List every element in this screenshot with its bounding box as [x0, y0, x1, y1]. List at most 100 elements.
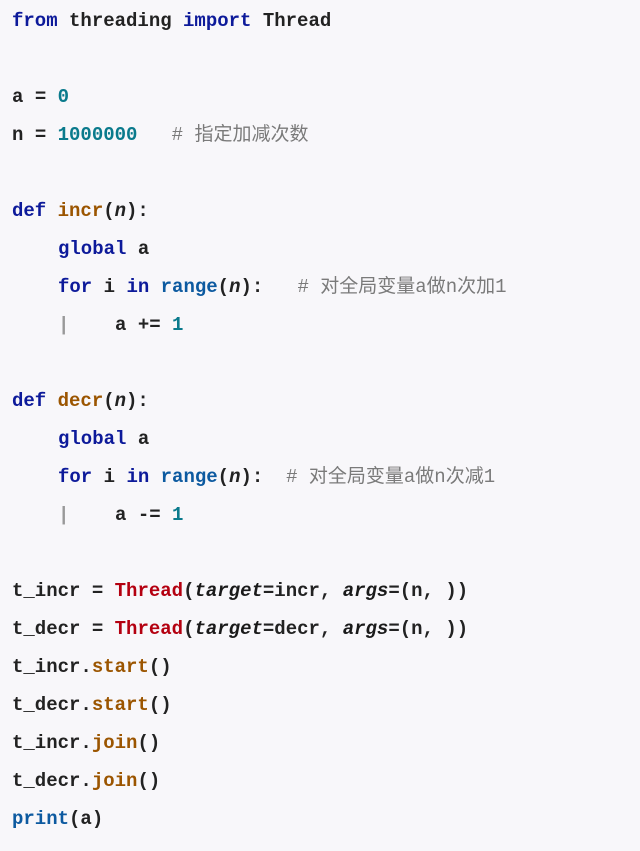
code-line-16: t_incr = Thread(target=incr, args=(n, ))	[12, 572, 640, 610]
keyword-global: global	[58, 430, 126, 449]
parameter: n	[229, 278, 240, 297]
text: =(n, ))	[388, 582, 468, 601]
method-join: join	[92, 772, 138, 791]
code-line-6: def incr(n):	[12, 192, 640, 230]
number-literal: 1000000	[46, 126, 137, 145]
blank-line	[12, 534, 640, 572]
paren: (	[69, 810, 80, 829]
space	[149, 468, 160, 487]
keyword-global: global	[58, 240, 126, 259]
text: =decr,	[263, 620, 343, 639]
code-line-22: print(a)	[12, 800, 640, 838]
variable: t_decr	[12, 620, 92, 639]
operator: +=	[138, 316, 161, 335]
class-thread: Thread	[115, 620, 183, 639]
keyword-in: in	[126, 468, 149, 487]
variable: a	[126, 430, 149, 449]
number-literal: 0	[46, 88, 69, 107]
variable: a	[115, 506, 138, 525]
code-block: from threading import Thread a = 0 n = 1…	[12, 2, 640, 838]
parameter: n	[115, 202, 126, 221]
variable: n	[12, 126, 35, 145]
paren: ):	[126, 202, 149, 221]
method-start: start	[92, 696, 149, 715]
number-literal: 1	[161, 506, 184, 525]
operator: -=	[138, 506, 161, 525]
parameter: n	[115, 392, 126, 411]
code-line-14: | a -= 1	[12, 496, 640, 534]
code-line-4: n = 1000000 # 指定加减次数	[12, 116, 640, 154]
guide-bar: |	[58, 316, 115, 335]
guide-bar: |	[58, 506, 115, 525]
method-join: join	[92, 734, 138, 753]
class-thread: Thread	[115, 582, 183, 601]
paren: (	[103, 392, 114, 411]
object: t_incr.	[12, 734, 92, 753]
space	[149, 278, 160, 297]
paren: ):	[126, 392, 149, 411]
paren: ):	[240, 278, 263, 297]
code-line-1: from threading import Thread	[12, 2, 640, 40]
kwarg-target: target	[194, 582, 262, 601]
variable: a	[126, 240, 149, 259]
paren: (	[183, 620, 194, 639]
paren: ):	[240, 468, 263, 487]
variable: a	[12, 88, 35, 107]
text: =(n, ))	[388, 620, 468, 639]
comment: # 对全局变量a做n次加1	[263, 278, 506, 297]
variable: i	[92, 278, 126, 297]
blank-line	[12, 40, 640, 78]
variable: t_incr	[12, 582, 92, 601]
code-line-13: for i in range(n): # 对全局变量a做n次减1	[12, 458, 640, 496]
kwarg-args: args	[343, 620, 389, 639]
code-line-8: for i in range(n): # 对全局变量a做n次加1	[12, 268, 640, 306]
code-line-11: def decr(n):	[12, 382, 640, 420]
keyword-def: def	[12, 392, 58, 411]
parameter: n	[229, 468, 240, 487]
code-line-12: global a	[12, 420, 640, 458]
object: t_incr.	[12, 658, 92, 677]
code-line-9: | a += 1	[12, 306, 640, 344]
module-name: threading	[58, 12, 183, 31]
paren: )	[92, 810, 103, 829]
function-name: incr	[58, 202, 104, 221]
kwarg-target: target	[194, 620, 262, 639]
paren: (	[218, 468, 229, 487]
keyword-from: from	[12, 12, 58, 31]
code-line-17: t_decr = Thread(target=decr, args=(n, ))	[12, 610, 640, 648]
variable: a	[80, 810, 91, 829]
code-line-3: a = 0	[12, 78, 640, 116]
variable: a	[115, 316, 138, 335]
blank-line	[12, 344, 640, 382]
builtin-print: print	[12, 810, 69, 829]
code-line-21: t_decr.join()	[12, 762, 640, 800]
operator: =	[35, 126, 46, 145]
variable: i	[92, 468, 126, 487]
keyword-for: for	[58, 278, 92, 297]
comment: # 指定加减次数	[137, 126, 308, 145]
method-start: start	[92, 658, 149, 677]
keyword-def: def	[12, 202, 58, 221]
keyword-in: in	[126, 278, 149, 297]
operator: =	[35, 88, 46, 107]
code-line-19: t_decr.start()	[12, 686, 640, 724]
number-literal: 1	[161, 316, 184, 335]
operator: =	[92, 620, 115, 639]
object: t_decr.	[12, 772, 92, 791]
object: t_decr.	[12, 696, 92, 715]
code-line-20: t_incr.join()	[12, 724, 640, 762]
code-line-18: t_incr.start()	[12, 648, 640, 686]
builtin-range: range	[161, 278, 218, 297]
text: =incr,	[263, 582, 343, 601]
paren: (	[103, 202, 114, 221]
code-line-7: global a	[12, 230, 640, 268]
paren: ()	[137, 734, 160, 753]
paren: ()	[149, 658, 172, 677]
keyword-for: for	[58, 468, 92, 487]
kwarg-args: args	[343, 582, 389, 601]
paren: (	[218, 278, 229, 297]
paren: ()	[137, 772, 160, 791]
class-name: Thread	[251, 12, 331, 31]
keyword-import: import	[183, 12, 251, 31]
function-name: decr	[58, 392, 104, 411]
